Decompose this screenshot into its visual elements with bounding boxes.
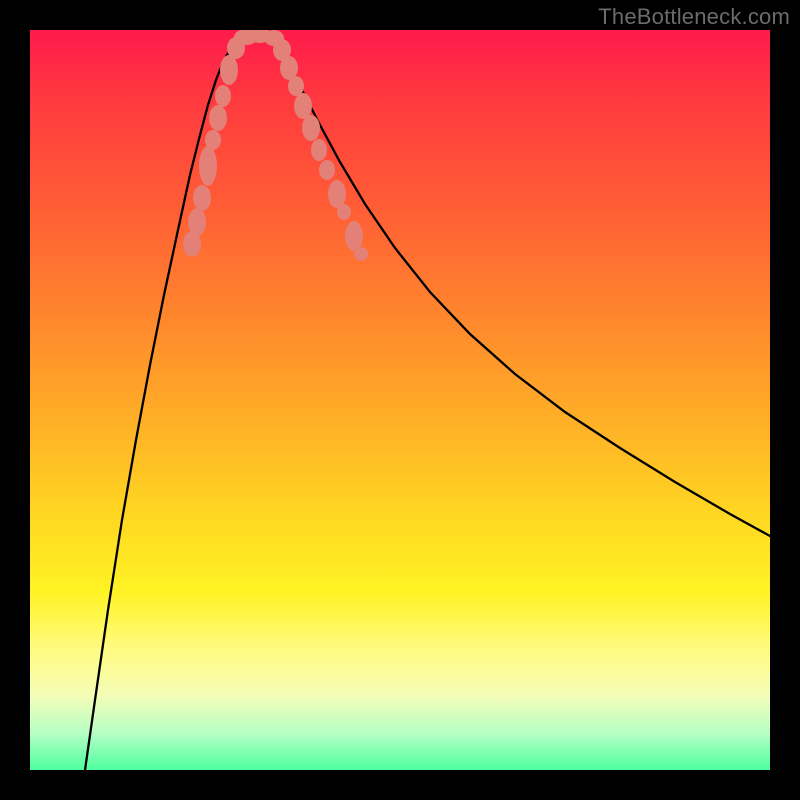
outer-frame: TheBottleneck.com (0, 0, 800, 800)
data-marker (294, 93, 312, 119)
watermark-text: TheBottleneck.com (598, 4, 790, 30)
data-marker (188, 208, 206, 236)
data-marker (319, 160, 335, 180)
markers-left-group (183, 30, 271, 257)
curve-group (85, 32, 770, 770)
chart-svg (30, 30, 770, 770)
data-marker (288, 76, 304, 96)
data-marker (220, 55, 238, 85)
data-marker (209, 105, 227, 131)
gradient-plot-area (30, 30, 770, 770)
data-marker (311, 139, 327, 161)
markers-right-group (264, 30, 368, 261)
data-marker (354, 247, 368, 261)
data-marker (302, 115, 320, 141)
data-marker (193, 185, 211, 211)
data-marker (337, 204, 351, 220)
data-marker (199, 146, 217, 186)
data-marker (215, 85, 231, 107)
data-marker (328, 180, 346, 208)
data-marker (345, 221, 363, 251)
curve-right-branch (268, 32, 770, 536)
data-marker (205, 130, 221, 150)
